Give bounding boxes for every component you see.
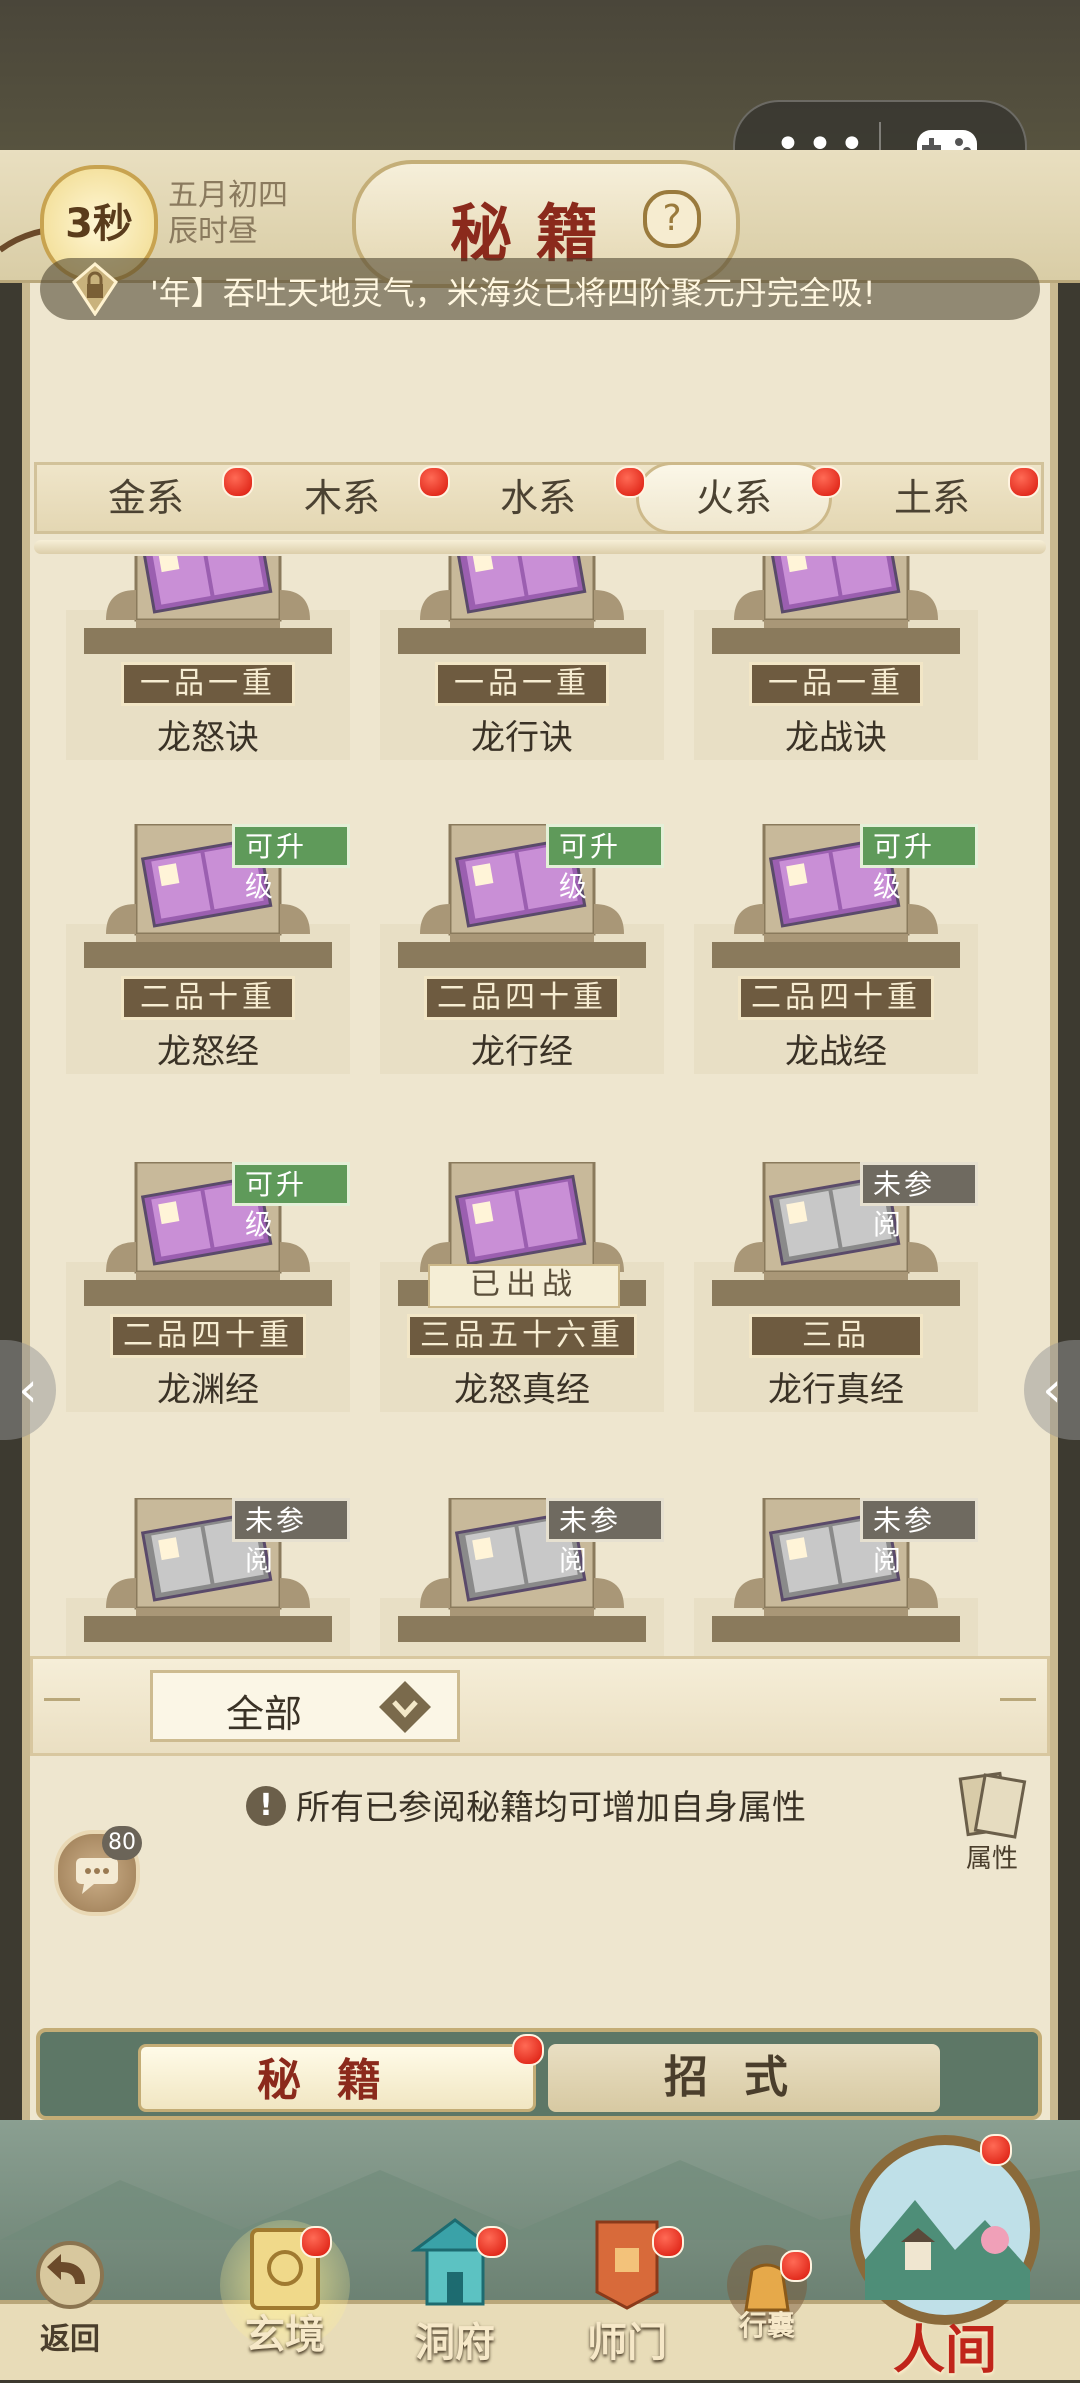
info-icon: ! (246, 1786, 286, 1826)
nav-xuanjing[interactable]: 玄境 (210, 2210, 360, 2370)
notification-dot (512, 2034, 544, 2066)
unread-badge: 未参阅 (232, 1498, 350, 1577)
notification-dot (780, 2250, 812, 2282)
book-name: 龙怒诀 (157, 718, 259, 758)
tab-label: 木系 (303, 476, 380, 520)
notification-dot (980, 2134, 1012, 2166)
nav-label: 师门 (587, 2319, 667, 2366)
notification-dot (1008, 466, 1040, 498)
book-card[interactable]: 一品一重 龙战诀 (694, 556, 978, 832)
book-name: 龙战经 (785, 1032, 887, 1072)
back-arrow-icon (36, 2241, 104, 2309)
notification-dot (810, 466, 842, 498)
tab-water[interactable]: 水系 (440, 462, 636, 534)
unread-badge: 未参阅 (860, 1162, 978, 1241)
book-level: 二品四十重 (738, 976, 934, 1020)
notification-dot (418, 466, 450, 498)
attributes-label: 属性 (965, 1844, 1018, 1874)
book-level: 二品四十重 (110, 1314, 306, 1358)
game-date: 五月初四 辰时昼 (168, 178, 288, 250)
book-level: 一品一重 (121, 662, 295, 706)
divider (44, 1698, 80, 1701)
book-stack-icon (958, 1771, 1027, 1839)
tab-earth[interactable]: 土系 (834, 462, 1030, 534)
date-line-1: 五月初四 (168, 178, 288, 213)
book-level: 二品十重 (121, 976, 295, 1020)
book-card[interactable]: 未参阅 (380, 1498, 664, 1656)
book-level: 一品一重 (749, 662, 923, 706)
chat-count-badge: 80 (102, 1826, 142, 1860)
book-card[interactable]: 未参阅 (694, 1498, 978, 1656)
notification-dot (300, 2226, 332, 2258)
book-level: 三品 (749, 1314, 923, 1358)
back-label: 返回 (40, 2322, 100, 2357)
book-card[interactable]: 可升级二品四十重龙战经 (694, 824, 978, 1146)
nav-label: 洞府 (415, 2319, 495, 2366)
book-card[interactable]: 已出战三品五十六重龙怒真经 (380, 1162, 664, 1484)
notification-dot (476, 2226, 508, 2258)
book-card[interactable]: 未参阅 (66, 1498, 350, 1656)
upgradable-badge: 可升级 (232, 824, 350, 903)
book-name: 龙行真经 (768, 1370, 904, 1410)
unread-badge: 未参阅 (860, 1498, 978, 1577)
help-icon[interactable]: ? (643, 190, 701, 248)
tab-moves[interactable]: 招式 (548, 2044, 940, 2112)
book-card[interactable]: 可升级二品四十重龙行经 (380, 824, 664, 1146)
book-name: 龙战诀 (785, 718, 887, 758)
upgradable-badge: 可升级 (232, 1162, 350, 1241)
tab-label: 水系 (499, 476, 576, 520)
book-name: 龙行诀 (471, 718, 573, 758)
book-name: 龙怒真经 (454, 1370, 590, 1410)
book-name: 龙行经 (471, 1032, 573, 1072)
divider (1000, 1698, 1036, 1701)
attributes-button[interactable]: 属性 (946, 1770, 1038, 1874)
notification-dot (222, 466, 254, 498)
tab-wood[interactable]: 木系 (244, 462, 440, 534)
notification-dot (614, 466, 646, 498)
tab-fire[interactable]: 火系 (636, 462, 832, 534)
info-text: 所有已参阅秘籍均可增加自身属性 (296, 1788, 806, 1828)
back-button[interactable]: 返回 (0, 2230, 140, 2360)
book-card[interactable]: 一品一重 龙怒诀 (66, 556, 350, 832)
filter-selected-value: 全部 (226, 1692, 303, 1736)
announcement-text: '年】吞吐天地灵气，米海炎已将四阶聚元丹完全吸! (150, 274, 876, 312)
book-card[interactable]: 一品一重 龙行诀 (380, 556, 664, 832)
divider (34, 540, 1046, 554)
book-card[interactable]: 未参阅三品龙行真经 (694, 1162, 978, 1484)
tab-secret-books[interactable]: 秘籍 (138, 2044, 536, 2112)
book-name: 龙怒经 (157, 1032, 259, 1072)
date-line-2: 辰时昼 (168, 214, 258, 249)
book-card[interactable]: 可升级二品十重龙怒经 (66, 824, 350, 1146)
nav-label: 玄境 (245, 2311, 325, 2358)
tab-metal[interactable]: 金系 (48, 462, 244, 534)
tab-label: 金系 (107, 476, 184, 520)
book-name: 龙渊经 (157, 1370, 259, 1410)
notification-dot (652, 2226, 684, 2258)
upgradable-badge: 可升级 (860, 824, 978, 903)
lock-notice-icon (72, 262, 118, 316)
nav-renjian[interactable]: 人间 (830, 2130, 1060, 2381)
book-level: 三品五十六重 (407, 1314, 637, 1358)
upgradable-badge: 可升级 (546, 824, 664, 903)
book-level: 二品四十重 (424, 976, 620, 1020)
world-landscape-icon (850, 2135, 1040, 2325)
deployed-label: 已出战 (428, 1264, 620, 1308)
book-grid: 一品一重 龙怒诀 一品一重 龙行诀 一品一重 龙战诀 可升级 二品十重 龙怒经 可升级 二品… (66, 556, 1014, 1656)
chevron-down-icon[interactable] (376, 1678, 434, 1736)
unread-badge: 未参阅 (546, 1498, 664, 1577)
book-card[interactable]: 可升级二品四十重龙渊经 (66, 1162, 350, 1484)
book-level: 一品一重 (435, 662, 609, 706)
tab-label: 火系 (695, 476, 772, 520)
tab-label: 土系 (893, 476, 970, 520)
